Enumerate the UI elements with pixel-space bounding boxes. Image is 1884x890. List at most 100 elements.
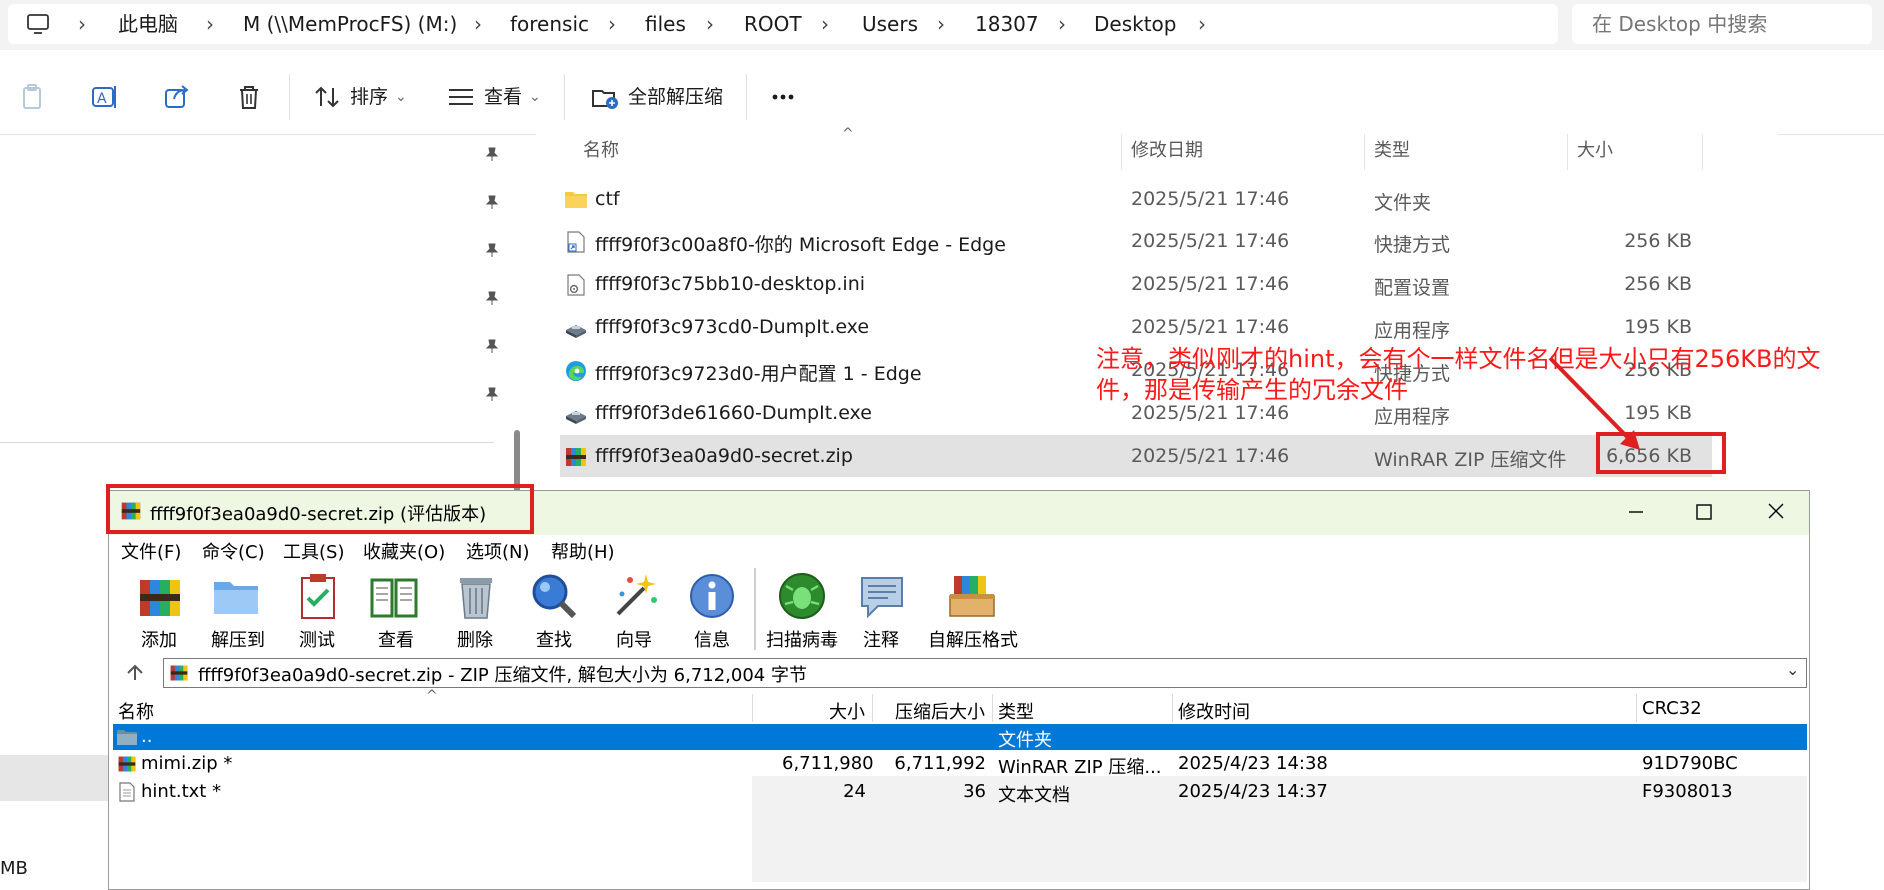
breadcrumb-root[interactable]: ROOT	[744, 4, 802, 44]
pin-icon[interactable]	[484, 146, 500, 162]
pin-icon[interactable]	[484, 194, 500, 210]
extract-to-button[interactable]: 解压到	[211, 626, 265, 652]
column-divider[interactable]	[1567, 134, 1568, 170]
breadcrumb-this-pc[interactable]: 此电脑	[118, 4, 178, 44]
comment-button[interactable]: 注释	[863, 626, 899, 652]
sort-button[interactable]: 排序	[350, 84, 388, 110]
find-icon[interactable]	[528, 570, 580, 622]
column-header-size[interactable]: 大小	[1577, 138, 1613, 164]
delete-button[interactable]: 删除	[457, 626, 493, 652]
sfx-button[interactable]: 自解压格式	[928, 626, 1018, 652]
wizard-icon[interactable]	[608, 570, 660, 622]
column-divider[interactable]	[1702, 134, 1703, 170]
paste-icon[interactable]	[18, 82, 48, 112]
sfx-icon[interactable]	[946, 570, 998, 622]
file-name[interactable]: ffff9f0f3ea0a9d0-secret.zip	[595, 445, 853, 467]
add-button[interactable]: 添加	[141, 626, 177, 652]
pin-icon[interactable]	[484, 290, 500, 306]
file-name[interactable]: ffff9f0f3c9723d0-用户配置 1 - Edge	[595, 359, 922, 386]
archive-item-name[interactable]: ..	[141, 726, 152, 747]
breadcrumb-18307[interactable]: 18307	[975, 4, 1039, 44]
breadcrumb-files[interactable]: files	[645, 4, 686, 44]
file-name[interactable]: ffff9f0f3c00a8f0-你的 Microsoft Edge - Edg…	[595, 230, 1006, 257]
view-button[interactable]: 查看	[378, 626, 414, 652]
column-divider[interactable]	[872, 694, 873, 722]
column-header-crc[interactable]: CRC32	[1642, 698, 1702, 719]
virus-scan-button[interactable]: 扫描病毒	[766, 626, 838, 652]
chevron-right-icon[interactable]: ›	[706, 4, 714, 44]
nav-item-selected[interactable]	[0, 755, 112, 801]
search-input[interactable]: 在 Desktop 中搜索	[1572, 4, 1872, 44]
delete-icon[interactable]	[450, 570, 502, 622]
info-icon[interactable]	[686, 570, 738, 622]
pin-icon[interactable]	[484, 338, 500, 354]
share-icon[interactable]	[162, 82, 192, 112]
archive-item-name[interactable]: mimi.zip *	[141, 753, 232, 774]
menu-file[interactable]: 文件(F)	[121, 538, 181, 564]
wizard-button[interactable]: 向导	[616, 626, 652, 652]
chevron-right-icon[interactable]: ›	[1198, 4, 1206, 44]
pin-icon[interactable]	[484, 242, 500, 258]
rename-icon[interactable]: A	[90, 82, 120, 112]
column-header-size[interactable]: 大小	[829, 698, 865, 724]
delete-icon[interactable]	[234, 82, 264, 112]
column-divider[interactable]	[752, 694, 753, 722]
breadcrumb-users[interactable]: Users	[862, 4, 918, 44]
column-divider[interactable]	[1636, 694, 1637, 722]
view-book-icon[interactable]	[368, 570, 420, 622]
column-header-type[interactable]: 类型	[1374, 138, 1410, 164]
computer-icon[interactable]	[26, 12, 50, 36]
column-divider[interactable]	[1121, 134, 1122, 170]
file-name[interactable]: ffff9f0f3de61660-DumpIt.exe	[595, 402, 872, 424]
breadcrumb-drive-m[interactable]: M (\\MemProcFS) (M:)	[243, 4, 457, 44]
add-icon[interactable]	[134, 570, 186, 622]
pin-icon[interactable]	[484, 386, 500, 402]
chevron-right-icon[interactable]: ›	[608, 4, 616, 44]
sort-icon[interactable]	[312, 82, 342, 112]
column-header-name[interactable]: 名称	[118, 698, 154, 724]
minimize-icon[interactable]	[1616, 498, 1656, 526]
chevron-down-icon[interactable]: ⌄	[395, 84, 407, 110]
breadcrumb-desktop[interactable]: Desktop	[1094, 4, 1176, 44]
virus-scan-icon[interactable]	[776, 570, 828, 622]
chevron-down-icon[interactable]: ⌄	[529, 84, 541, 110]
column-header-packed[interactable]: 压缩后大小	[895, 698, 985, 724]
column-header-modified[interactable]: 修改时间	[1178, 698, 1250, 724]
test-icon[interactable]	[292, 570, 344, 622]
maximize-icon[interactable]	[1684, 498, 1724, 526]
column-divider[interactable]	[1172, 694, 1173, 722]
table-row-selected[interactable]	[113, 724, 1807, 750]
archive-item-name[interactable]: hint.txt *	[141, 781, 221, 802]
test-button[interactable]: 测试	[299, 626, 335, 652]
chevron-right-icon[interactable]: ›	[821, 4, 829, 44]
column-divider[interactable]	[1364, 134, 1365, 170]
chevron-down-icon[interactable]: ⌄	[1786, 660, 1799, 679]
find-button[interactable]: 查找	[536, 626, 572, 652]
menu-options[interactable]: 选项(N)	[466, 538, 530, 564]
extract-to-icon[interactable]	[210, 570, 262, 622]
menu-favorites[interactable]: 收藏夹(O)	[363, 538, 445, 564]
chevron-right-icon[interactable]: ›	[937, 4, 945, 44]
menu-commands[interactable]: 命令(C)	[202, 538, 265, 564]
column-header-date[interactable]: 修改日期	[1131, 138, 1203, 164]
close-icon[interactable]	[1756, 498, 1796, 526]
chevron-right-icon[interactable]: ›	[78, 4, 86, 44]
column-divider[interactable]	[992, 694, 993, 722]
breadcrumb-forensic[interactable]: forensic	[510, 4, 589, 44]
column-header-name[interactable]: 名称	[583, 138, 619, 164]
menu-help[interactable]: 帮助(H)	[551, 538, 615, 564]
file-name[interactable]: ctf	[595, 188, 620, 210]
chevron-right-icon[interactable]: ›	[206, 4, 214, 44]
chevron-right-icon[interactable]: ›	[1058, 4, 1066, 44]
view-button[interactable]: 查看	[484, 84, 522, 110]
comment-icon[interactable]	[856, 570, 908, 622]
info-button[interactable]: 信息	[694, 626, 730, 652]
file-name[interactable]: ffff9f0f3c75bb10-desktop.ini	[595, 273, 865, 295]
file-name[interactable]: ffff9f0f3c973cd0-DumpIt.exe	[595, 316, 869, 338]
extract-all-icon[interactable]	[590, 82, 620, 112]
column-header-type[interactable]: 类型	[998, 698, 1034, 724]
view-icon[interactable]	[446, 82, 476, 112]
chevron-right-icon[interactable]: ›	[474, 4, 482, 44]
more-options-icon[interactable]	[768, 82, 798, 112]
menu-tools[interactable]: 工具(S)	[283, 538, 344, 564]
